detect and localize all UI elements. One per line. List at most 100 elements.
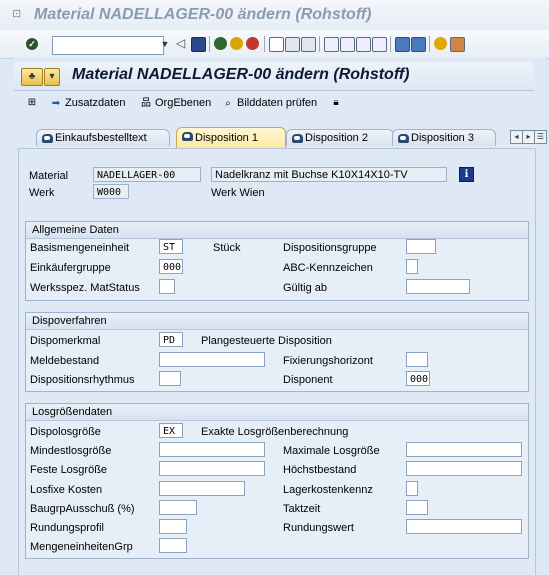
group-title: Losgrößendaten: [26, 404, 528, 421]
taktzeit-field[interactable]: [406, 500, 428, 515]
tab-label: Einkaufsbestelltext: [55, 132, 147, 144]
feste-losgroesse-label: Feste Losgröße: [30, 464, 108, 476]
system-toolbar: ✓ ▼ ◁: [0, 30, 549, 59]
command-field[interactable]: [52, 36, 164, 55]
tab-einkaufsbestelltext[interactable]: Einkaufsbestelltext: [36, 129, 170, 146]
find-next-icon[interactable]: [301, 37, 316, 52]
tab-list-icon[interactable]: ☰: [534, 130, 547, 144]
werk-field[interactable]: W000: [93, 184, 129, 199]
lagerkostenkennz-label: Lagerkostenkennz: [283, 484, 373, 496]
next-page-icon[interactable]: [356, 37, 371, 52]
baugrpausschuss-field[interactable]: [159, 500, 197, 515]
tab-label: Disposition 3: [411, 132, 474, 144]
zusatzdaten-button[interactable]: ➡ Zusatzdaten: [50, 97, 126, 109]
einkaeufergruppe-field[interactable]: 000: [159, 259, 183, 274]
enter-check-icon[interactable]: ✓: [26, 38, 38, 50]
first-page-icon[interactable]: [324, 37, 339, 52]
disponent-field[interactable]: 000: [406, 371, 430, 386]
info-icon[interactable]: i: [459, 167, 474, 182]
rundungsprofil-field[interactable]: [159, 519, 187, 534]
maximale-losgroesse-label: Maximale Losgröße: [283, 445, 380, 457]
gueltig-ab-field[interactable]: [406, 279, 470, 294]
toolbar-separator: [264, 36, 265, 52]
dispomerkmal-label: Dispomerkmal: [30, 335, 101, 347]
tab-disposition-2[interactable]: Disposition 2: [286, 129, 394, 146]
back-green-icon[interactable]: [214, 37, 227, 50]
mindestlosgroesse-field[interactable]: [159, 442, 265, 457]
tab-status-icon: [398, 134, 409, 143]
bilddaten-label: Bilddaten prüfen: [237, 97, 318, 109]
basismengeneinheit-label: Basismengeneinheit: [30, 242, 130, 254]
fixierungshorizont-field[interactable]: [406, 352, 428, 367]
window-title: Material NADELLAGER-00 ändern (Rohstoff): [34, 6, 372, 23]
window-title-bar: ⊡ Material NADELLAGER-00 ändern (Rohstof…: [0, 0, 549, 30]
basismengeneinheit-field[interactable]: ST: [159, 239, 183, 254]
abc-kennzeichen-field[interactable]: [406, 259, 418, 274]
back-arrow-icon[interactable]: ◁: [176, 37, 189, 50]
losfixe-kosten-field[interactable]: [159, 481, 245, 496]
print-icon[interactable]: [269, 37, 284, 52]
disponent-label: Disponent: [283, 374, 333, 386]
find-icon[interactable]: [285, 37, 300, 52]
application-toolbar: ⊞ ➡ Zusatzdaten 品 OrgEbenen ⌕ Bilddaten …: [14, 92, 534, 116]
losfixe-kosten-label: Losfixe Kosten: [30, 484, 103, 496]
losgroessendaten-group: Losgrößendaten Dispolosgröße EX Exakte L…: [25, 403, 529, 559]
previous-page-icon[interactable]: [340, 37, 355, 52]
material-description-field[interactable]: Nadelkranz mit Buchse K10X14X10-TV: [211, 167, 447, 182]
baugrpausschuss-label: BaugrpAusschuß (%): [30, 503, 135, 515]
tab-disposition-3[interactable]: Disposition 3: [392, 129, 496, 146]
lagerkostenkennz-field[interactable]: [406, 481, 418, 496]
command-dropdown-icon[interactable]: ▼: [159, 36, 171, 53]
orgebenen-button[interactable]: 品 OrgEbenen: [140, 97, 211, 109]
mindestlosgroesse-label: Mindestlosgröße: [30, 445, 112, 457]
bilddaten-pruefen-button[interactable]: ⌕ Bilddaten prüfen: [222, 97, 317, 109]
org-structure-icon: 品: [141, 97, 151, 109]
dispomerkmal-field[interactable]: PD: [159, 332, 183, 347]
hoechstbestand-field[interactable]: [406, 461, 522, 476]
abc-kennzeichen-label: ABC-Kennzeichen: [283, 262, 373, 274]
exit-icon[interactable]: [230, 37, 243, 50]
help-icon[interactable]: [434, 37, 447, 50]
dispositionsgruppe-field[interactable]: [406, 239, 436, 254]
tab-status-icon: [42, 134, 53, 143]
tab-content: Material NADELLAGER-00 Nadelkranz mit Bu…: [18, 148, 536, 575]
mengeneinheitengrp-field[interactable]: [159, 538, 187, 553]
rundungswert-field[interactable]: [406, 519, 522, 534]
maximale-losgroesse-field[interactable]: [406, 442, 522, 457]
system-menu-icon[interactable]: ⊡: [12, 9, 24, 20]
group-title: Allgemeine Daten: [26, 222, 528, 239]
save-icon[interactable]: [191, 37, 206, 52]
feste-losgroesse-field[interactable]: [159, 461, 265, 476]
gueltig-ab-label: Gültig ab: [283, 282, 328, 294]
material-field[interactable]: NADELLAGER-00: [93, 167, 201, 182]
screen-title-bar: ♣ ▾ Material NADELLAGER-00 ändern (Rohst…: [14, 62, 534, 91]
fixierungshorizont-label: Fixierungshorizont: [283, 355, 373, 367]
werksstatus-label: Werksspez. MatStatus: [30, 282, 140, 294]
rundungsprofil-label: Rundungsprofil: [30, 522, 104, 534]
layout-menu-icon[interactable]: [450, 37, 465, 52]
toolbar-separator: [390, 36, 391, 52]
mengeneinheitengrp-label: MengeneinheitenGrp: [30, 541, 133, 553]
dispositionsrhythmus-label: Dispositionsrhythmus: [30, 374, 135, 386]
lock-icon: 🔒︎: [333, 97, 339, 108]
werksstatus-field[interactable]: [159, 279, 175, 294]
cancel-icon[interactable]: [246, 37, 259, 50]
tab-label: Disposition 2: [305, 132, 368, 144]
check-screen-data-icon: ⌕: [225, 97, 231, 109]
sap-logo-icon[interactable]: ♣: [21, 68, 43, 86]
tab-disposition-1[interactable]: Disposition 1: [176, 127, 286, 148]
dispolosgroesse-field[interactable]: EX: [159, 423, 183, 438]
shortcut-icon[interactable]: [411, 37, 426, 52]
meldebestand-field[interactable]: [159, 352, 265, 367]
new-session-icon[interactable]: [395, 37, 410, 52]
views-button[interactable]: ⊞: [26, 97, 38, 108]
last-page-icon[interactable]: [372, 37, 387, 52]
tab-label: Disposition 1: [195, 132, 258, 144]
dispositionsrhythmus-field[interactable]: [159, 371, 181, 386]
werk-description: Werk Wien: [211, 187, 265, 199]
menu-dropdown-icon[interactable]: ▾: [44, 68, 60, 86]
tab-strip: Einkaufsbestelltext Disposition 1 Dispos…: [14, 126, 547, 148]
lock-button[interactable]: 🔒︎: [330, 97, 342, 108]
hoechstbestand-label: Höchstbestand: [283, 464, 357, 476]
tab-status-icon: [292, 134, 303, 143]
